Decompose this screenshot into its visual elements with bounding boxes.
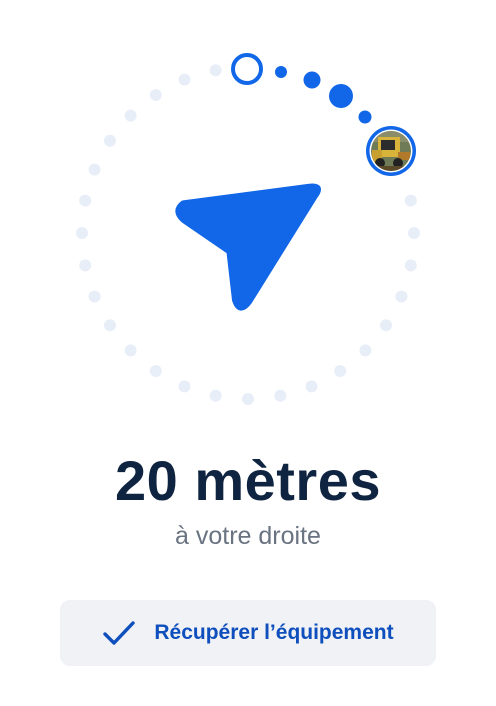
track-dot <box>178 380 191 393</box>
retrieve-equipment-label: Récupérer l’équipement <box>154 621 394 644</box>
track-dot <box>305 380 318 393</box>
track-dot <box>104 134 116 147</box>
progress-dot <box>303 71 321 89</box>
track-dot <box>209 64 222 77</box>
track-dot <box>79 259 92 272</box>
track-dot <box>404 259 417 272</box>
target-equipment-avatar[interactable] <box>366 126 416 176</box>
progress-start-ring <box>231 53 263 85</box>
track-dot <box>209 389 222 402</box>
track-dot <box>149 365 162 377</box>
track-dot <box>395 290 408 303</box>
track-dot <box>79 194 92 207</box>
radar-progress-dots <box>231 53 372 124</box>
checkmark-icon <box>103 621 136 645</box>
track-dot <box>76 227 88 239</box>
track-dot <box>104 319 116 332</box>
progress-dot <box>329 84 353 108</box>
track-dot <box>88 290 101 303</box>
track-dot <box>178 73 191 86</box>
track-dot <box>124 344 137 357</box>
direction-radar <box>76 53 420 405</box>
track-dot <box>404 194 417 207</box>
track-dot <box>359 344 372 357</box>
retrieve-equipment-button[interactable]: Récupérer l’équipement <box>60 600 436 666</box>
track-dot <box>242 393 254 405</box>
track-dot <box>334 365 347 377</box>
progress-dot <box>275 66 287 78</box>
track-dot <box>88 163 101 176</box>
track-dot <box>124 109 137 122</box>
progress-dot <box>358 110 372 124</box>
track-dot <box>408 227 420 239</box>
track-dot <box>149 89 162 101</box>
distance-value: 20 mètres <box>114 449 381 512</box>
direction-text: à votre droite <box>175 522 321 550</box>
navigation-arrow-icon <box>175 183 321 311</box>
track-dot <box>274 389 287 402</box>
track-dot <box>380 319 392 332</box>
